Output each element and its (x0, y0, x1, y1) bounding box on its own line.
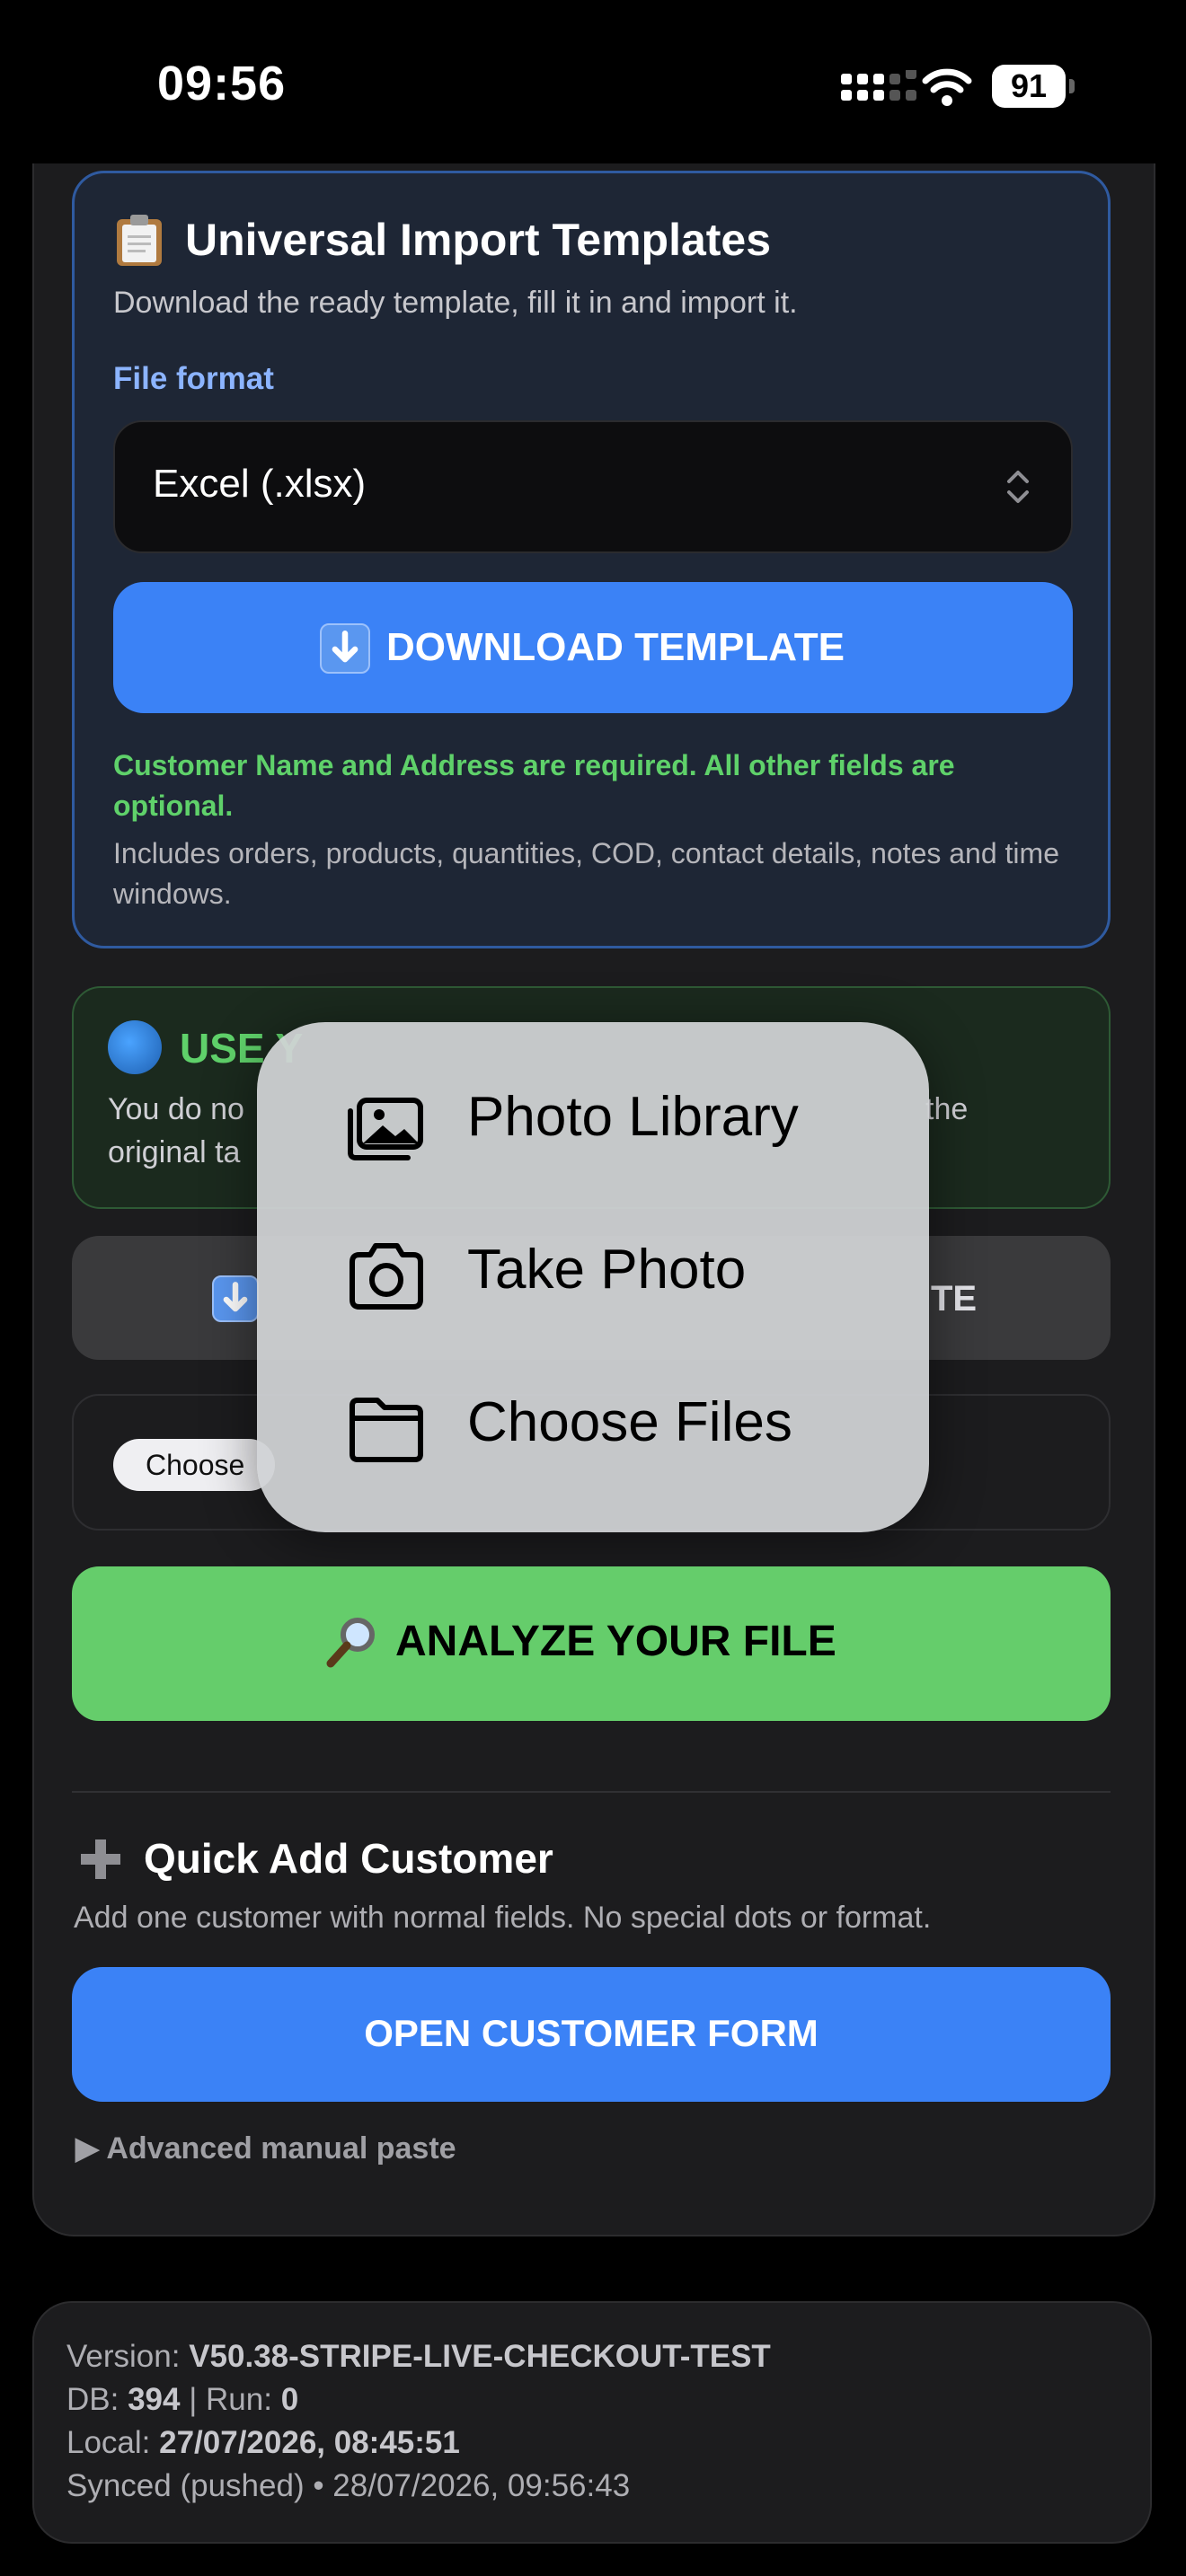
advanced-manual-paste-toggle[interactable]: ▶ Advanced manual paste (75, 2130, 456, 2166)
includes-note: Includes orders, products, quantities, C… (113, 837, 1059, 910)
camera-icon (350, 1243, 423, 1310)
secondary-button-label: TE (931, 1279, 978, 1319)
menu-label-take-photo: Take Photo (467, 1239, 747, 1301)
use-card-text: You do no (108, 1092, 244, 1126)
cellular-signal-icon (841, 70, 916, 101)
folder-icon (350, 1398, 423, 1462)
clipboard-icon (117, 215, 162, 266)
quick-add-title: Quick Add Customer (144, 1835, 553, 1882)
choose-file-button[interactable]: Choose (113, 1439, 275, 1491)
required-fields-note: Customer Name and Address are required. … (113, 749, 955, 822)
analyze-file-label: ANALYZE YOUR FILE (395, 1618, 836, 1665)
battery-icon: 91 (992, 65, 1075, 108)
magnifying-glass-icon (326, 1618, 375, 1668)
menu-item-photo-library[interactable]: Photo Library (257, 1047, 929, 1200)
menu-label-choose-files: Choose Files (467, 1391, 792, 1453)
file-source-menu: Photo Library Take Photo Choose Files (257, 1022, 929, 1532)
use-card-text-right: the (925, 1092, 969, 1126)
globe-icon (108, 1020, 162, 1074)
version-info-card (32, 2301, 1152, 2544)
menu-label-photo-library: Photo Library (467, 1086, 799, 1148)
open-customer-form-label: OPEN CUSTOMER FORM (364, 2012, 819, 2054)
down-arrow-icon (212, 1275, 259, 1322)
download-template-label: DOWNLOAD TEMPLATE (386, 625, 845, 669)
photo-library-icon (348, 1098, 423, 1160)
local-value: 27/07/2026, 08:45:51 (159, 2425, 460, 2460)
version-line: Version: V50.38-STRIPE-LIVE-CHECKOUT-TES… (66, 2339, 771, 2374)
chevron-up-down-icon (1007, 471, 1029, 503)
plus-icon (81, 1839, 120, 1879)
run-value: 0 (280, 2382, 299, 2417)
wifi-icon (922, 68, 972, 106)
menu-item-choose-files[interactable]: Choose Files (257, 1353, 929, 1505)
db-value: 394 (128, 2382, 181, 2417)
db-run-line: DB: 394 | Run: 0 (66, 2382, 299, 2417)
file-format-label: File format (113, 361, 274, 396)
version-value: V50.38-STRIPE-LIVE-CHECKOUT-TEST (189, 2339, 771, 2374)
file-format-value: Excel (.xlsx) (153, 462, 367, 506)
menu-item-take-photo[interactable]: Take Photo (257, 1200, 929, 1353)
synced-line: Synced (pushed) • 28/07/2026, 09:56:43 (66, 2468, 631, 2503)
down-arrow-icon (320, 623, 370, 674)
divider (72, 1791, 1111, 1793)
template-description: Download the ready template, fill it in … (113, 286, 798, 320)
battery-level: 91 (1010, 67, 1048, 104)
local-line: Local: 27/07/2026, 08:45:51 (66, 2425, 460, 2460)
quick-add-description: Add one customer with normal fields. No … (74, 1901, 932, 1935)
template-title: Universal Import Templates (185, 215, 772, 265)
use-card-text-line2: original ta (108, 1135, 241, 1169)
status-time: 09:56 (157, 57, 287, 110)
